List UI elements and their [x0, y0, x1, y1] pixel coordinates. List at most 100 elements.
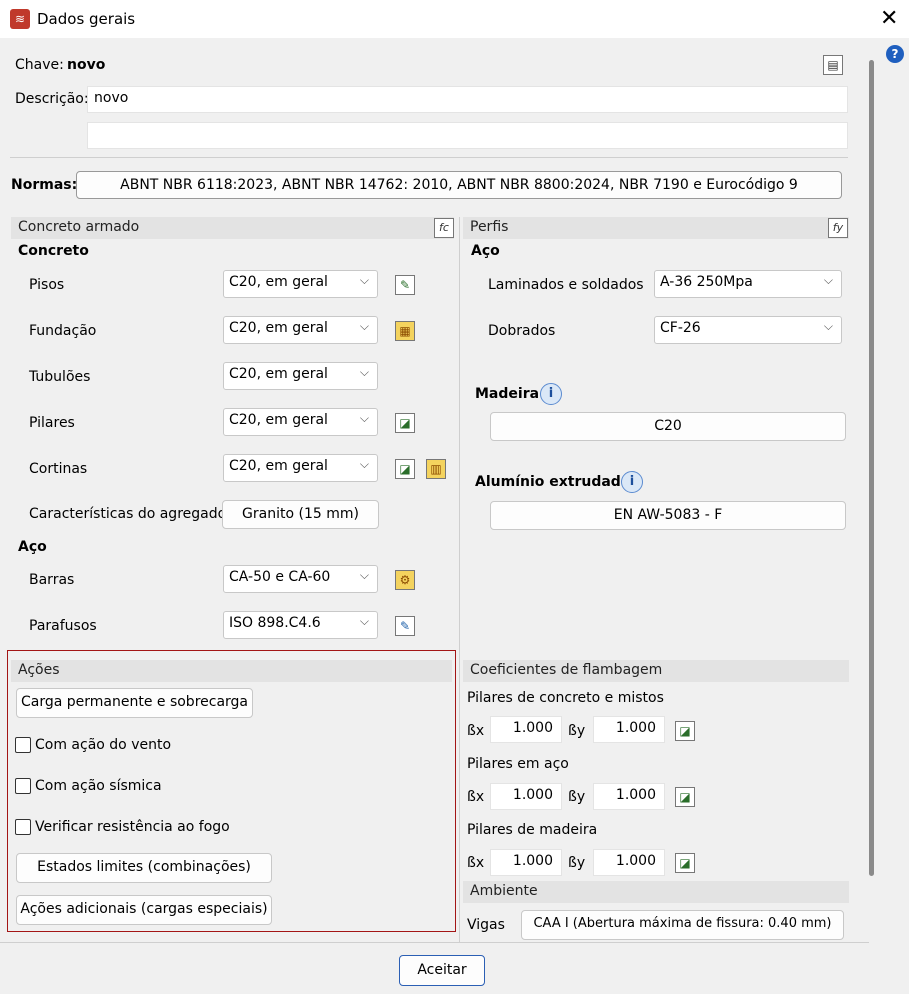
- bx-input[interactable]: 1.000: [490, 716, 562, 743]
- edit-cortinas-icon[interactable]: ◪: [395, 459, 415, 479]
- scrollbar-thumb[interactable]: [869, 60, 874, 876]
- flambagem-group-title: Pilares de madeira: [467, 822, 598, 838]
- wall-icon[interactable]: ▥: [426, 459, 446, 479]
- edit-flambagem-icon[interactable]: ◪: [675, 787, 695, 807]
- aluminio-info-icon[interactable]: i: [621, 471, 643, 493]
- sismica-checkbox[interactable]: [15, 778, 31, 794]
- rebar-settings-icon[interactable]: ⚙: [395, 570, 415, 590]
- acoes-adicionais-button[interactable]: Ações adicionais (cargas especiais): [16, 895, 272, 925]
- app-icon: ≋: [10, 9, 30, 29]
- agregado-button[interactable]: Granito (15 mm): [222, 500, 379, 529]
- laminados-select[interactable]: A-36 250Mpa ⌵: [654, 270, 842, 298]
- agregado-label: Características do agregado: [29, 506, 227, 522]
- bx-label: ßx: [467, 789, 485, 805]
- tubuloes-select[interactable]: C20, em geral ⌵: [223, 362, 378, 390]
- edit-pisos-icon[interactable]: ✎: [395, 275, 415, 295]
- window-title: Dados gerais: [37, 10, 136, 28]
- dobrados-label: Dobrados: [488, 323, 556, 339]
- vento-checkbox[interactable]: [15, 737, 31, 753]
- title-bar: ≋ Dados gerais ✕: [0, 0, 909, 38]
- dobrados-select[interactable]: CF-26 ⌵: [654, 316, 842, 344]
- bx-input[interactable]: 1.000: [490, 783, 562, 810]
- pisos-select[interactable]: C20, em geral ⌵: [223, 270, 378, 298]
- chevron-down-icon: ⌵: [359, 614, 369, 628]
- chevron-down-icon: ⌵: [823, 319, 833, 333]
- laminados-label: Laminados e soldados: [488, 277, 644, 293]
- carga-permanente-button[interactable]: Carga permanente e sobrecarga: [16, 688, 253, 718]
- descricao-input-2[interactable]: [87, 122, 848, 149]
- sismica-label: Com ação sísmica: [35, 778, 162, 794]
- by-input[interactable]: 1.000: [593, 849, 665, 876]
- bx-label: ßx: [467, 723, 485, 739]
- estados-limites-button[interactable]: Estados limites (combinações): [16, 853, 272, 883]
- parafusos-label: Parafusos: [29, 618, 97, 634]
- madeira-title: Madeira: [475, 386, 540, 402]
- fundacao-label: Fundação: [29, 323, 97, 339]
- tubuloes-label: Tubulões: [29, 369, 91, 385]
- aco-title: Aço: [18, 539, 47, 555]
- properties-icon[interactable]: ▤: [823, 55, 843, 75]
- chevron-down-icon: ⌵: [359, 411, 369, 425]
- divider: [10, 157, 848, 158]
- fogo-checkbox[interactable]: [15, 819, 31, 835]
- normas-label: Normas:: [11, 177, 78, 193]
- by-input[interactable]: 1.000: [593, 716, 665, 743]
- barras-label: Barras: [29, 572, 75, 588]
- footer-divider: [0, 942, 869, 943]
- cortinas-label: Cortinas: [29, 461, 88, 477]
- normas-button[interactable]: ABNT NBR 6118:2023, ABNT NBR 14762: 2010…: [76, 171, 842, 199]
- column-divider: [459, 217, 460, 942]
- aluminio-title: Alumínio extrudado: [475, 474, 631, 490]
- edit-flambagem-icon[interactable]: ◪: [675, 721, 695, 741]
- concreto-armado-header: Concreto armado: [11, 217, 454, 239]
- barras-select[interactable]: CA-50 e CA-60 ⌵: [223, 565, 378, 593]
- chave-value: novo: [67, 57, 106, 73]
- pisos-label: Pisos: [29, 277, 65, 293]
- aceitar-button[interactable]: Aceitar: [399, 955, 485, 986]
- by-label: ßy: [568, 855, 586, 871]
- flambagem-group-title: Pilares de concreto e mistos: [467, 690, 664, 706]
- vigas-label: Vigas: [467, 917, 505, 933]
- ambiente-header: Ambiente: [463, 881, 849, 903]
- fundacao-select[interactable]: C20, em geral ⌵: [223, 316, 378, 344]
- concreto-title: Concreto: [18, 243, 89, 259]
- pilares-select[interactable]: C20, em geral ⌵: [223, 408, 378, 436]
- help-icon[interactable]: ?: [886, 45, 904, 63]
- by-input[interactable]: 1.000: [593, 783, 665, 810]
- dialog-window: ≋ Dados gerais ✕ Chave: novo ▤ Descrição…: [0, 0, 909, 994]
- chave-label: Chave:: [15, 57, 64, 73]
- by-label: ßy: [568, 789, 586, 805]
- flambagem-header: Coeficientes de flambagem: [463, 660, 849, 682]
- by-label: ßy: [568, 723, 586, 739]
- fy-icon[interactable]: fy: [828, 218, 848, 238]
- bx-label: ßx: [467, 855, 485, 871]
- vigas-button[interactable]: CAA I (Abertura máxima de fissura: 0.40 …: [521, 910, 844, 940]
- madeira-info-icon[interactable]: i: [540, 383, 562, 405]
- foundation-icon[interactable]: ▦: [395, 321, 415, 341]
- acoes-header: Ações: [11, 660, 452, 682]
- descricao-input-1[interactable]: novo: [87, 86, 848, 113]
- pilares-label: Pilares: [29, 415, 75, 431]
- bx-input[interactable]: 1.000: [490, 849, 562, 876]
- edit-parafusos-icon[interactable]: ✎: [395, 616, 415, 636]
- perfis-header: Perfis: [463, 217, 849, 239]
- edit-pilares-icon[interactable]: ◪: [395, 413, 415, 433]
- chevron-down-icon: ⌵: [359, 319, 369, 333]
- flambagem-group-title: Pilares em aço: [467, 756, 569, 772]
- chevron-down-icon: ⌵: [359, 365, 369, 379]
- parafusos-select[interactable]: ISO 898.C4.6 ⌵: [223, 611, 378, 639]
- chevron-down-icon: ⌵: [823, 273, 833, 287]
- cortinas-select[interactable]: C20, em geral ⌵: [223, 454, 378, 482]
- perfis-aco-title: Aço: [471, 243, 500, 259]
- chevron-down-icon: ⌵: [359, 568, 369, 582]
- chevron-down-icon: ⌵: [359, 273, 369, 287]
- edit-flambagem-icon[interactable]: ◪: [675, 853, 695, 873]
- descricao-label: Descrição:: [15, 91, 89, 107]
- madeira-button[interactable]: C20: [490, 412, 846, 441]
- fc-icon[interactable]: fc: [434, 218, 454, 238]
- close-icon[interactable]: ✕: [880, 6, 898, 32]
- chevron-down-icon: ⌵: [359, 457, 369, 471]
- aluminio-button[interactable]: EN AW-5083 - F: [490, 501, 846, 530]
- vento-label: Com ação do vento: [35, 737, 172, 753]
- fogo-label: Verificar resistência ao fogo: [35, 819, 230, 835]
